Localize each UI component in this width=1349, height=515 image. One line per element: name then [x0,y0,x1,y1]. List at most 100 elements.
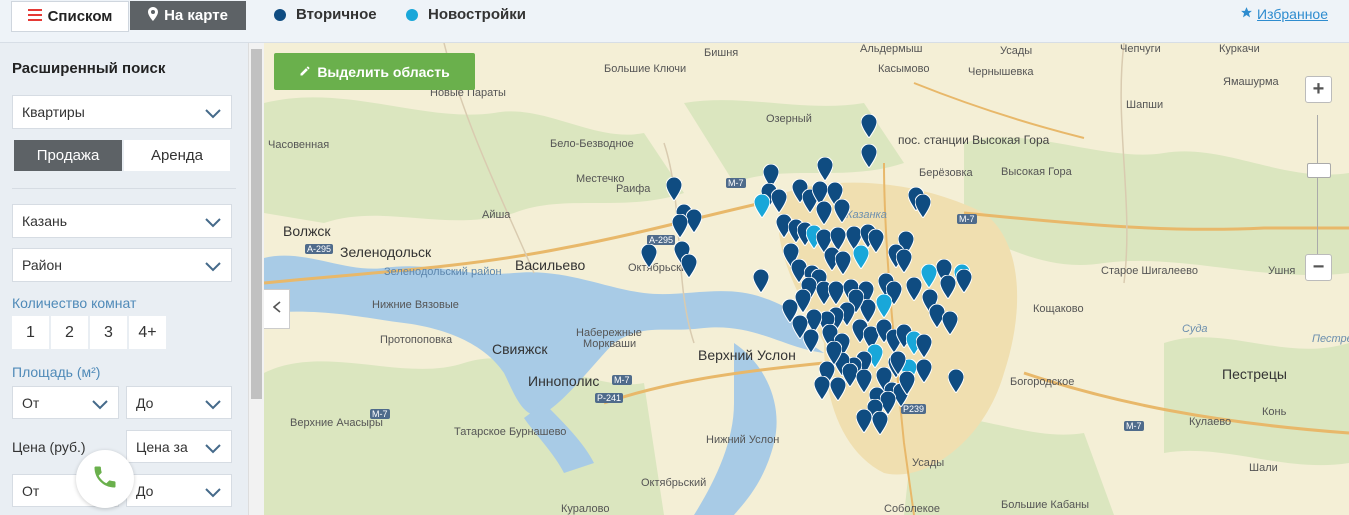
new-building-marker[interactable] [853,245,869,269]
map-label: Иннополис [528,373,600,389]
map-view-button[interactable]: На карте [130,1,246,30]
map-label: Ушня [1268,265,1296,277]
secondary-marker[interactable] [896,249,912,273]
secondary-marker[interactable] [817,157,833,181]
rooms-option-2[interactable]: 2 [51,316,88,349]
legend-secondary[interactable]: Вторичное [274,6,377,23]
map-label: Раифа [616,183,651,195]
favorites-link[interactable]: Избранное [1240,6,1328,22]
rooms-option-1[interactable]: 1 [12,316,49,349]
secondary-marker[interactable] [816,201,832,225]
map-label: Суда [1182,323,1208,335]
road-shield: М-7 [370,409,390,419]
map-label: Васильево [515,257,586,273]
secondary-marker[interactable] [942,311,958,335]
deal-sale-toggle[interactable]: Продажа [14,140,122,171]
new-building-marker[interactable] [754,194,770,218]
map-label: Усады [1000,45,1033,57]
scrollbar-thumb[interactable] [251,49,262,399]
map-area[interactable]: Альдермыш Усады Чепчуги Куркачи Бишня Ка… [264,43,1349,515]
call-button[interactable] [76,450,134,508]
map-label: пос. станции Высокая Гора [898,133,1050,147]
zoom-out-button[interactable]: − [1305,254,1332,281]
secondary-marker[interactable] [856,409,872,433]
map-label: Пестрецы [1222,366,1287,382]
secondary-marker[interactable] [916,359,932,383]
legend-new[interactable]: Новостройки [406,6,526,23]
road-shield: М-7 [957,214,977,224]
property-type-select[interactable]: Квартиры [12,95,232,129]
select-area-label: Выделить область [317,63,450,80]
map-label: Большие Ключи [604,63,687,75]
secondary-marker[interactable] [856,369,872,393]
road-shield: М-7 [726,178,746,188]
secondary-marker[interactable] [753,269,769,293]
rooms-option-3[interactable]: 3 [90,316,127,349]
secondary-marker[interactable] [899,371,915,395]
map-label: Пестречинка [1312,333,1349,345]
road-shield: М-7 [612,375,632,385]
secondary-marker[interactable] [861,114,877,138]
area-from-select[interactable]: От [12,386,119,419]
secondary-marker[interactable] [771,189,787,213]
secondary-marker[interactable] [803,329,819,353]
rooms-label: Количество комнат [12,295,137,311]
chevron-left-icon [272,300,281,318]
map-label: Казанка [846,209,887,221]
secondary-marker[interactable] [666,177,682,201]
secondary-marker[interactable] [906,277,922,301]
secondary-marker[interactable] [872,411,888,435]
secondary-marker[interactable] [672,214,688,238]
price-to-value: До [136,482,154,499]
price-per-select[interactable]: Цена за [126,430,232,463]
secondary-marker[interactable] [681,254,697,278]
map-label: Нижние Вязовые [372,299,459,311]
secondary-marker[interactable] [868,229,884,253]
top-toolbar: Списком На карте Вторичное Новостройки И… [0,0,1349,43]
list-view-button[interactable]: Списком [11,1,129,32]
rooms-option-4plus[interactable]: 4+ [129,316,166,349]
map-label: Бело-Безводное [550,138,634,150]
secondary-marker[interactable] [782,299,798,323]
map-marker-icon [148,6,159,25]
map-label: Берёзовка [919,167,973,179]
map-label: Волжск [283,223,331,239]
new-building-marker[interactable] [876,294,892,318]
chevron-down-icon [205,485,221,501]
city-select[interactable]: Казань [12,204,232,238]
map-label: Соболекое [884,503,940,515]
chevron-down-icon [205,397,221,413]
secondary-marker[interactable] [956,269,972,293]
map-label: Шали [1249,462,1278,474]
district-select[interactable]: Район [12,248,232,282]
secondary-marker[interactable] [916,334,932,358]
secondary-marker[interactable] [641,244,657,268]
secondary-marker[interactable] [686,209,702,233]
secondary-marker[interactable] [834,199,850,223]
secondary-marker[interactable] [861,144,877,168]
map-label: Конь [1262,406,1287,418]
zoom-in-button[interactable]: + [1305,76,1332,103]
map-label: Часовенная [268,139,330,151]
new-buildings-dot-icon [406,8,418,21]
map-label: Кулаево [1189,416,1232,428]
collapse-sidebar-button[interactable] [264,289,290,329]
legend-secondary-label: Вторичное [296,6,377,23]
price-to-select[interactable]: До [126,474,232,507]
deal-rent-toggle[interactable]: Аренда [124,140,230,171]
sidebar-scrollbar[interactable] [248,43,264,515]
secondary-marker[interactable] [948,369,964,393]
secondary-marker[interactable] [814,376,830,400]
property-type-value: Квартиры [22,104,85,120]
area-from-value: От [22,394,40,411]
secondary-marker[interactable] [915,194,931,218]
map-label: Айша [482,209,511,221]
area-to-select[interactable]: До [126,386,232,419]
select-area-button[interactable]: Выделить область [274,53,475,90]
zoom-track[interactable] [1317,115,1318,263]
zoom-slider-handle[interactable] [1307,163,1331,178]
map-label: Большие Кабаны [1001,499,1090,511]
map-label: Альдермыш [860,43,923,55]
new-building-marker[interactable] [921,264,937,288]
secondary-marker[interactable] [835,251,851,275]
